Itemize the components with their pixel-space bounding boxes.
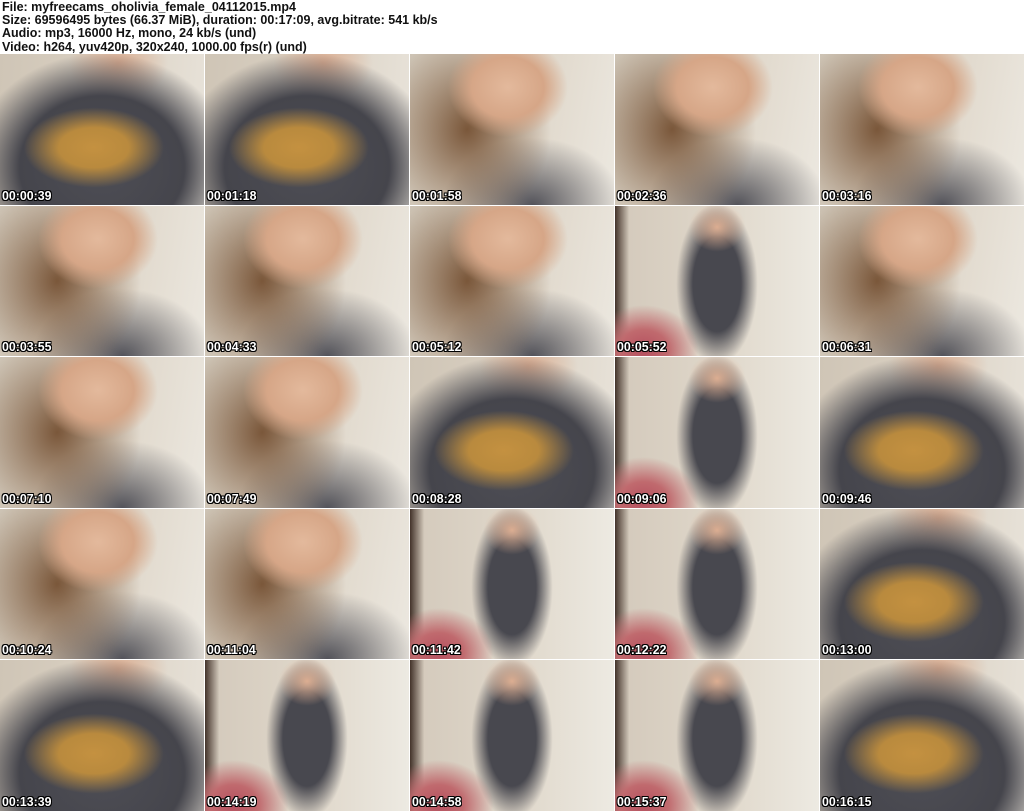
timestamp-overlay: 00:05:52 (617, 339, 667, 355)
video-thumbnail: 00:01:58 (410, 54, 614, 205)
timestamp-overlay: 00:08:28 (412, 490, 462, 506)
timestamp-overlay: 00:09:06 (617, 490, 667, 506)
video-thumbnail: 00:03:55 (0, 205, 204, 357)
timestamp-overlay: 00:00:39 (2, 187, 52, 203)
timestamp-overlay: 00:07:49 (207, 490, 257, 506)
timestamp-overlay: 00:14:19 (207, 794, 257, 809)
timestamp-overlay: 00:13:00 (822, 642, 872, 658)
timestamp-overlay: 00:11:04 (207, 642, 256, 658)
video-thumbnail: 00:00:39 (0, 54, 204, 205)
video-thumbnail: 00:11:42 (410, 508, 614, 660)
video-thumbnail: 00:07:49 (205, 357, 409, 508)
timestamp-overlay: 00:04:33 (207, 339, 257, 355)
timestamp-overlay: 00:12:22 (617, 642, 667, 658)
timestamp-overlay: 00:10:24 (2, 642, 52, 658)
thumbnail-grid: 00:00:39 00:01:18 00:01:58 00:02:36 00:0… (0, 54, 1024, 811)
video-thumbnail: 00:11:04 (205, 508, 409, 660)
media-info-video: Video: h264, yuv420p, 320x240, 1000.00 f… (2, 39, 307, 54)
video-thumbnail: 00:06:31 (820, 205, 1024, 357)
video-thumbnail: 00:10:24 (0, 508, 204, 660)
timestamp-overlay: 00:11:42 (412, 642, 461, 658)
video-thumbnail: 00:16:15 (820, 660, 1024, 811)
video-thumbnail: 00:02:36 (615, 54, 819, 205)
video-thumbnail: 00:12:22 (615, 508, 819, 660)
video-thumbnail: 00:13:00 (820, 508, 1024, 660)
timestamp-overlay: 00:15:37 (617, 794, 667, 809)
video-thumbnail: 00:14:19 (205, 660, 409, 811)
timestamp-overlay: 00:07:10 (2, 490, 52, 506)
video-thumbnail: 00:05:52 (615, 205, 819, 357)
video-thumbnail: 00:14:58 (410, 660, 614, 811)
video-thumbnail: 00:09:46 (820, 357, 1024, 508)
timestamp-overlay: 00:02:36 (617, 187, 667, 203)
video-thumbnail: 00:08:28 (410, 357, 614, 508)
contact-sheet: File: myfreecams_oholivia_female_0411201… (0, 0, 1024, 811)
video-thumbnail: 00:07:10 (0, 357, 204, 508)
video-thumbnail: 00:01:18 (205, 54, 409, 205)
timestamp-overlay: 00:01:58 (412, 187, 462, 203)
timestamp-overlay: 00:03:55 (2, 339, 52, 355)
video-thumbnail: 00:13:39 (0, 660, 204, 811)
video-thumbnail: 00:15:37 (615, 660, 819, 811)
timestamp-overlay: 00:09:46 (822, 490, 872, 506)
timestamp-overlay: 00:03:16 (822, 187, 872, 203)
video-thumbnail: 00:05:12 (410, 205, 614, 357)
timestamp-overlay: 00:16:15 (822, 794, 872, 809)
timestamp-overlay: 00:06:31 (822, 339, 872, 355)
timestamp-overlay: 00:13:39 (2, 794, 52, 809)
video-thumbnail: 00:03:16 (820, 54, 1024, 205)
video-thumbnail: 00:04:33 (205, 205, 409, 357)
timestamp-overlay: 00:05:12 (412, 339, 462, 355)
media-info-header: File: myfreecams_oholivia_female_0411201… (0, 0, 1024, 54)
media-info-audio: Audio: mp3, 16000 Hz, mono, 24 kb/s (und… (2, 26, 257, 41)
video-thumbnail: 00:09:06 (615, 357, 819, 508)
timestamp-overlay: 00:14:58 (412, 794, 462, 809)
timestamp-overlay: 00:01:18 (207, 187, 257, 203)
